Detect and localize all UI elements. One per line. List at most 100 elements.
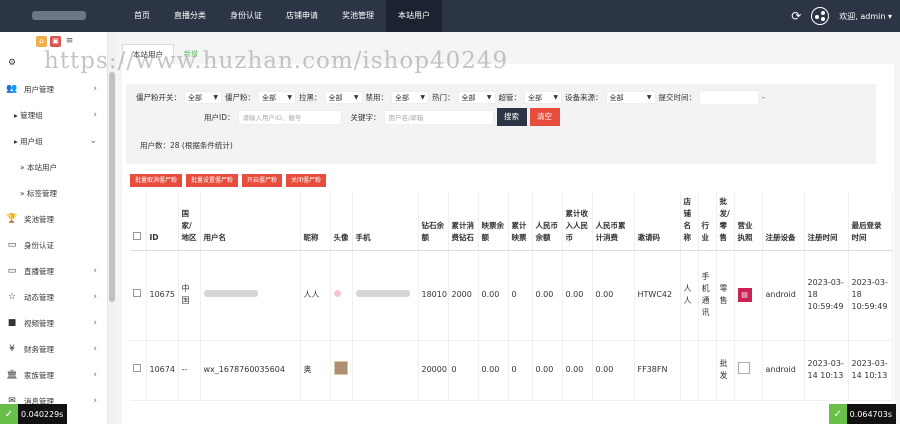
share-icon[interactable] (811, 7, 830, 25)
sidebar-item-finance[interactable]: ¥ 财务管理 › (0, 336, 107, 362)
device-source-select[interactable]: 全部 ▼ (605, 91, 656, 104)
cell-industry: 手机通讯 (698, 250, 717, 341)
video-icon: ■ (7, 318, 17, 328)
lock-icon[interactable]: ▣ (50, 35, 61, 47)
nav-identity[interactable]: 身份认证 (218, 0, 274, 32)
cell-device: android (762, 340, 805, 401)
main-content: 本站用户 新增 僵尸粉开关： 全部 ▼ 僵尸粉： 全部 ▼ 拉黑： 全部 ▼ 禁用： … (116, 32, 900, 424)
sidebar-item-prize-pool[interactable]: 🏆 奖池管理 (0, 206, 107, 232)
cell-votes: 0.00 (478, 340, 509, 401)
yen-icon: ¥ (9, 344, 15, 354)
col-header: 钻石余额 (418, 192, 449, 251)
user-menu[interactable]: 欢迎, admin ▾ (839, 11, 892, 22)
enable-zombie-button[interactable]: 开启僵尸粉 (242, 174, 283, 187)
sidebar-item-identity[interactable]: ▭ 身份认证 (0, 232, 107, 258)
cell-license[interactable] (734, 340, 763, 401)
chevron-down-icon: ▼ (420, 94, 425, 101)
sidebar-item-label: 视频管理 (24, 318, 54, 328)
col-select-all[interactable] (130, 192, 147, 251)
table-row[interactable]: 10675 中国 人人 18010 2000 0.00 0 0.00 0.00 … (130, 250, 893, 341)
table-row[interactable]: 10674 -- wx_1678760035604 奥 20000 0 0.00… (130, 340, 893, 401)
bulk-cancel-zombie-button[interactable]: 批量取消僵尸粉 (130, 174, 183, 187)
nav-prize-pool[interactable]: 奖池管理 (330, 0, 386, 32)
scrollbar-thumb[interactable] (109, 72, 115, 302)
hot-select[interactable]: 全部 ▼ (457, 91, 496, 104)
cell-shop (680, 340, 699, 401)
sidebar-item-user-manage[interactable]: 👥 用户管理 › (0, 76, 107, 102)
chevron-right-icon: › (93, 318, 97, 328)
sidebar-item-label: 本站用户 (26, 162, 57, 172)
license-image[interactable] (737, 362, 750, 374)
select-value: 全部 (262, 93, 276, 102)
chevron-right-icon: › (93, 370, 97, 380)
sidebar-item-admin-group[interactable]: ▸ 管理组 › (0, 102, 107, 128)
filter-label: 热门： (432, 93, 455, 102)
table-header-row: ID 国家/地区 用户名 昵称 头像 手机 钻石余额 累计消费钻石 映票余额 累… (130, 192, 893, 251)
sidebar-item-family[interactable]: 🏛 家族管理 › (0, 362, 107, 388)
sidebar-item-user-group[interactable]: ▸ 用户组 ⌄ (0, 128, 107, 154)
cell-license[interactable]: ▤ (734, 250, 763, 341)
super-admin-select[interactable]: 全部 ▼ (524, 91, 562, 104)
user-id-input[interactable]: 请输入用户ID、靓号 (237, 109, 342, 125)
home-icon[interactable]: ⌂ (36, 35, 47, 47)
chevron-down-icon: ▼ (646, 94, 652, 101)
chevron-down-icon: ▼ (213, 94, 218, 101)
start-date-input[interactable] (699, 90, 759, 105)
nav-shop-apply[interactable]: 店铺申请 (274, 0, 330, 32)
row-checkbox[interactable] (133, 364, 141, 372)
nav-site-users[interactable]: 本站用户 (386, 0, 442, 32)
bulk-set-zombie-button[interactable]: 批量设置僵尸粉 (186, 174, 239, 187)
list-icon[interactable]: ≡ (64, 36, 75, 47)
monitor-icon: ▭ (7, 240, 17, 250)
zombie-switch-select[interactable]: 全部 ▼ (184, 91, 222, 104)
cell-total-votes: 0 (508, 340, 533, 401)
sidebar-item-video[interactable]: ■ 视频管理 › (0, 310, 107, 336)
filter-box: 僵尸粉开关： 全部 ▼ 僵尸粉： 全部 ▼ 拉黑： 全部 ▼ 禁用： 全部 ▼ 热门： … (126, 84, 876, 164)
cell-trade: 零售 (716, 250, 735, 341)
sidebar-item-site-users[interactable]: » 本站用户 (0, 154, 107, 180)
cell-diamonds: 18010 (418, 250, 449, 341)
blacklist-select[interactable]: 全部 ▼ (324, 91, 363, 104)
cell-device: android (762, 250, 805, 341)
chevron-right-icon: › (93, 344, 97, 354)
row-select[interactable] (130, 340, 147, 401)
disable-zombie-button[interactable]: 关闭僵尸粉 (286, 174, 327, 187)
col-header: 营业执照 (734, 192, 763, 251)
sidebar-item-live[interactable]: ▭ 直播管理 › (0, 258, 107, 284)
refresh-icon[interactable]: ⟳ (791, 9, 801, 23)
nav-live-category[interactable]: 直播分类 (162, 0, 218, 32)
sidebar-item-moments[interactable]: ☆ 动态管理 › (0, 284, 107, 310)
filter-row-1: 僵尸粉开关： 全部 ▼ 僵尸粉： 全部 ▼ 拉黑： 全部 ▼ 禁用： 全部 ▼ 热门： … (136, 90, 765, 105)
select-all-checkbox[interactable] (133, 231, 141, 240)
chevron-right-icon: › (93, 84, 97, 94)
clear-button[interactable]: 清空 (529, 108, 560, 126)
nav-home[interactable]: 首页 (122, 0, 162, 32)
cell-reg-time: 2023-03-18 10:59:49 (804, 250, 849, 341)
filter-label: 关键字： (350, 112, 381, 122)
sidebar-scrollbar[interactable] (108, 32, 116, 424)
disabled-select[interactable]: 全部 ▼ (391, 91, 429, 104)
filter-label: 提交时间： (658, 93, 697, 102)
row-checkbox[interactable] (133, 289, 141, 297)
cell-nickname: 奥 (300, 340, 331, 401)
cell-shop: 人人 (680, 250, 699, 341)
top-navbar: 首页 直播分类 身份认证 店铺申请 奖池管理 本站用户 ⟳ 欢迎, admin … (0, 0, 900, 32)
col-header: 注册设备 (762, 192, 805, 251)
cell-reg-time: 2023-03-14 10:13 (804, 340, 849, 401)
col-header: 映票余额 (478, 192, 509, 251)
cell-diamonds: 20000 (418, 340, 449, 401)
col-header: 昵称 (300, 192, 331, 251)
zombie-select[interactable]: 全部 ▼ (258, 91, 296, 104)
keyword-input[interactable]: 用户名/邮箱 (383, 109, 494, 125)
search-button[interactable]: 搜索 (496, 108, 527, 126)
sidebar-item-tags[interactable]: » 标签管理 (0, 180, 107, 206)
user-count: 用户数：28 (根据条件统计) (140, 141, 233, 150)
check-icon: ✓ (0, 404, 18, 424)
chevron-right-icon: › (93, 266, 97, 276)
license-image[interactable]: ▤ (737, 288, 752, 302)
filter-label: 用户ID： (204, 112, 235, 122)
cell-nickname: 人人 (300, 250, 331, 341)
filter-label: 拉黑： (299, 93, 322, 102)
col-header: 最后登录时间 (848, 192, 893, 251)
row-select[interactable] (130, 250, 147, 341)
